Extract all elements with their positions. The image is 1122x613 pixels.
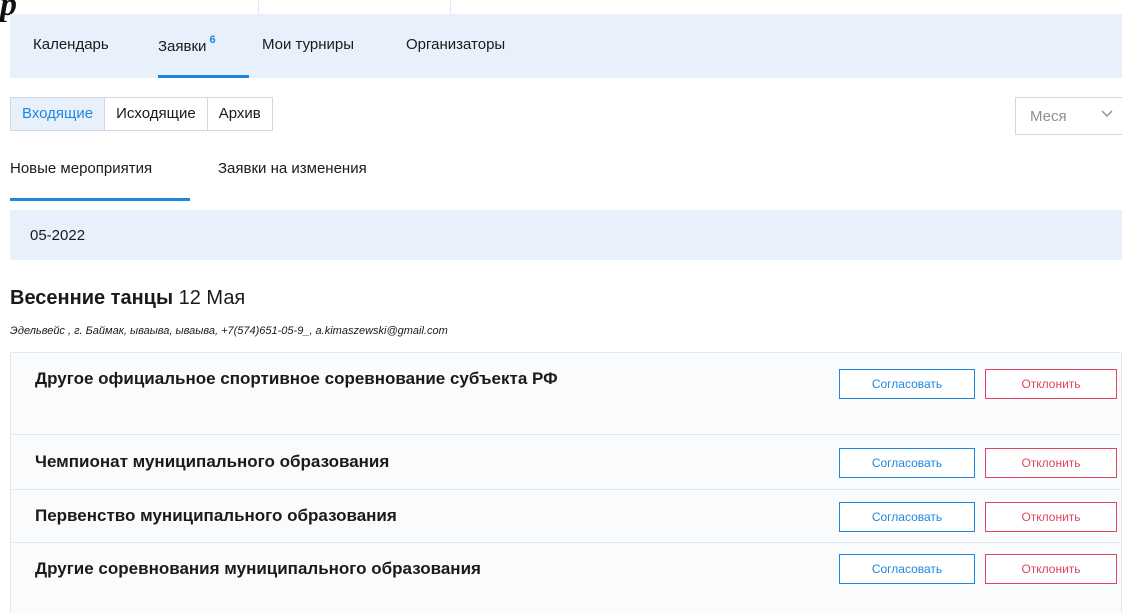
approve-button[interactable]: Согласовать	[839, 448, 975, 478]
request-title: Чемпионат муниципального образования	[35, 452, 390, 471]
approve-button[interactable]: Согласовать	[839, 502, 975, 532]
nav-item-label: Организаторы	[406, 36, 506, 53]
reject-button[interactable]: Отклонить	[985, 502, 1117, 532]
period-header: 05-2022	[10, 210, 1122, 260]
top-tab-stub	[258, 0, 451, 14]
approve-button[interactable]: Согласовать	[839, 554, 975, 584]
request-row: Первенство муниципального образования Со…	[10, 489, 1122, 542]
event-title: Весенние танцы 12 Мая	[10, 287, 245, 310]
period-label: 05-2022	[30, 227, 86, 244]
subtab-active-indicator	[10, 198, 190, 201]
request-row: Другие соревнования муниципального образ…	[10, 542, 1122, 613]
nav-item-organizers[interactable]: Организаторы	[406, 36, 505, 53]
event-organizer-details: Эдельвейс , г. Баймак, ываыва, ываыва, +…	[10, 325, 448, 337]
month-select-value: Меся	[1030, 108, 1067, 125]
nav-item-calendar[interactable]: Календарь	[33, 36, 109, 53]
direction-segmented-control: Входящие Исходящие Архив	[10, 97, 273, 131]
tab-new-events[interactable]: Новые мероприятия	[10, 160, 152, 177]
segment-incoming[interactable]: Входящие	[11, 98, 106, 130]
event-date: 12 Мая	[178, 287, 246, 309]
reject-button[interactable]: Отклонить	[985, 448, 1117, 478]
reject-button[interactable]: Отклонить	[985, 369, 1117, 399]
main-nav: Календарь Заявки 6 Мои турниры Организато…	[10, 14, 1122, 78]
chevron-down-icon	[1100, 106, 1114, 125]
month-select[interactable]: Меся	[1015, 97, 1122, 135]
nav-item-label: Мои турниры	[262, 36, 355, 53]
reject-button[interactable]: Отклонить	[985, 554, 1117, 584]
nav-item-label: Календарь	[33, 36, 109, 53]
tab-change-requests[interactable]: Заявки на изменения	[218, 160, 367, 177]
request-title: Первенство муниципального образования	[35, 506, 397, 525]
request-list: Другое официальное спортивное соревнован…	[10, 352, 1122, 613]
segment-archive[interactable]: Архив	[207, 98, 272, 130]
request-title: Другие соревнования муниципального образ…	[35, 559, 481, 578]
request-row: Другое официальное спортивное соревнован…	[10, 352, 1122, 434]
nav-item-label: Заявки	[158, 38, 207, 55]
segment-outgoing[interactable]: Исходящие	[105, 98, 208, 130]
request-row: Чемпионат муниципального образования Сог…	[10, 434, 1122, 489]
nav-item-my-tournaments[interactable]: Мои турниры	[262, 36, 354, 53]
nav-active-indicator	[158, 75, 249, 78]
approve-button[interactable]: Согласовать	[839, 369, 975, 399]
requests-count-badge: 6	[209, 34, 216, 46]
nav-item-requests[interactable]: Заявки 6	[158, 34, 216, 55]
event-name: Весенние танцы	[10, 287, 174, 309]
request-title: Другое официальное спортивное соревнован…	[35, 369, 558, 388]
